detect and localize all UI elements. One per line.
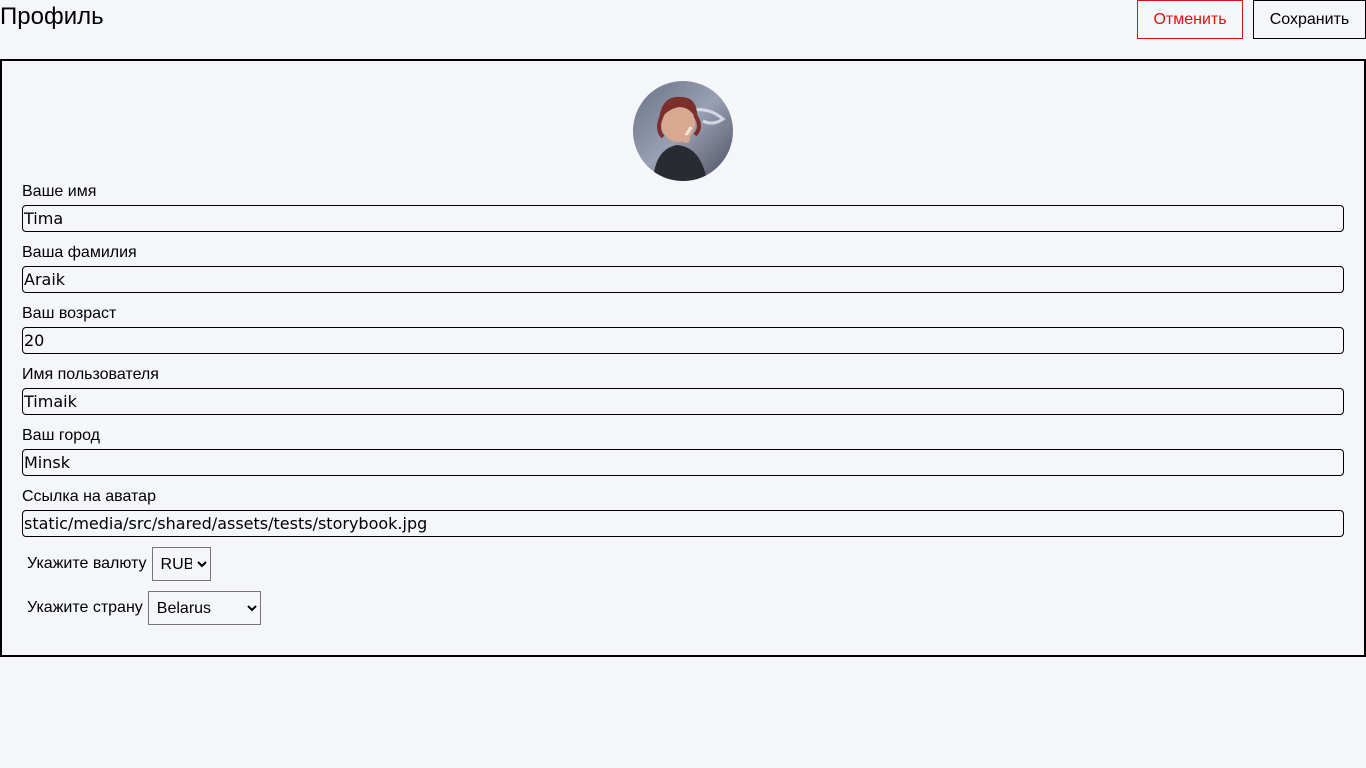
first-name-input[interactable] bbox=[22, 205, 1344, 232]
first-name-label: Ваше имя bbox=[22, 183, 97, 200]
last-name-input[interactable] bbox=[22, 266, 1344, 293]
avatar bbox=[633, 81, 733, 181]
country-label: Укажите страну bbox=[27, 599, 143, 616]
save-button[interactable]: Сохранить bbox=[1253, 0, 1366, 39]
country-row: Укажите страну Belarus bbox=[27, 591, 261, 625]
city-label: Ваш город bbox=[22, 427, 101, 444]
currency-select[interactable]: RUB bbox=[151, 547, 211, 581]
avatar-link-input[interactable] bbox=[22, 510, 1344, 537]
profile-card: Ваше имя Ваша фамилия Ваш возраст Имя по… bbox=[0, 59, 1366, 657]
page-title: Профиль bbox=[0, 3, 104, 30]
age-label: Ваш возраст bbox=[22, 305, 117, 322]
cancel-button[interactable]: Отменить bbox=[1137, 0, 1243, 39]
username-label: Имя пользователя bbox=[22, 366, 159, 383]
currency-row: Укажите валюту RUB bbox=[27, 547, 211, 581]
city-input[interactable] bbox=[22, 449, 1344, 476]
country-select[interactable]: Belarus bbox=[147, 591, 261, 625]
page-header: Профиль Отменить Сохранить bbox=[0, 0, 1366, 40]
currency-label: Укажите валюту bbox=[27, 555, 147, 572]
last-name-label: Ваша фамилия bbox=[22, 244, 137, 261]
avatar-link-label: Ссылка на аватар bbox=[22, 488, 156, 505]
age-input[interactable] bbox=[22, 327, 1344, 354]
username-input[interactable] bbox=[22, 388, 1344, 415]
